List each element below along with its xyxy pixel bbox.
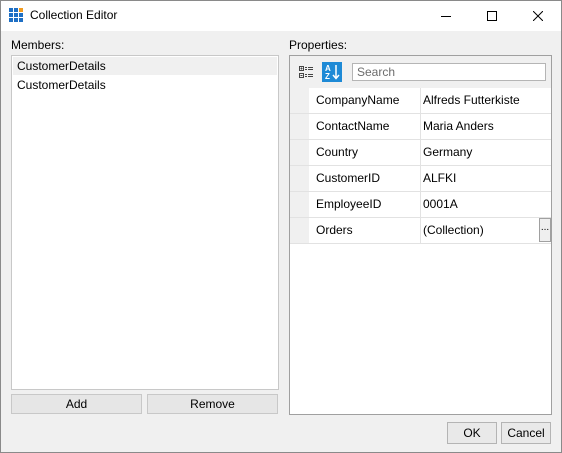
row-gutter (290, 88, 309, 113)
property-grid-rows: CompanyName Alfreds Futterkiste ContactN… (290, 88, 551, 244)
cancel-button[interactable]: Cancel (501, 422, 551, 444)
property-value[interactable]: Maria Anders (422, 114, 552, 139)
property-name: CompanyName (309, 88, 421, 113)
categorized-button[interactable] (296, 62, 316, 82)
close-button[interactable] (515, 1, 561, 31)
row-gutter (290, 218, 309, 243)
property-row[interactable]: Orders (Collection) ... (290, 218, 551, 244)
property-row[interactable]: CustomerID ALFKI (290, 166, 551, 192)
row-gutter (290, 192, 309, 217)
minimize-button[interactable] (423, 1, 469, 31)
collection-editor-window: Collection Editor Members: Properties: C… (0, 0, 562, 453)
add-button[interactable]: Add (11, 394, 142, 414)
property-row[interactable]: ContactName Maria Anders (290, 114, 551, 140)
window-title: Collection Editor (30, 8, 118, 22)
minimize-icon (441, 16, 451, 17)
property-value[interactable]: (Collection) (422, 218, 552, 243)
property-search[interactable] (352, 63, 546, 81)
list-item[interactable]: CustomerDetails (13, 57, 277, 75)
properties-label: Properties: (289, 38, 348, 52)
categorized-view-icon (299, 66, 313, 78)
members-label: Members: (11, 38, 65, 52)
property-row[interactable]: Country Germany (290, 140, 551, 166)
property-value[interactable]: Germany (422, 140, 552, 165)
property-name: Orders (309, 218, 421, 243)
property-grid-toolbar: A Z (290, 56, 551, 88)
property-value[interactable]: ALFKI (422, 166, 552, 191)
property-value[interactable]: Alfreds Futterkiste (422, 88, 552, 113)
alphabetical-button[interactable]: A Z (322, 62, 342, 82)
property-name: Country (309, 140, 421, 165)
property-name: CustomerID (309, 166, 421, 191)
sort-alphabetical-icon: A Z (325, 64, 340, 81)
ok-button[interactable]: OK (447, 422, 497, 444)
title-bar: Collection Editor (1, 1, 561, 31)
list-item[interactable]: CustomerDetails (13, 76, 277, 94)
property-name: EmployeeID (309, 192, 421, 217)
search-input[interactable] (353, 64, 545, 80)
property-name: ContactName (309, 114, 421, 139)
property-row[interactable]: EmployeeID 0001A (290, 192, 551, 218)
grid-app-icon (9, 8, 24, 23)
collection-edit-button[interactable]: ... (539, 218, 551, 242)
close-icon (533, 11, 543, 21)
maximize-button[interactable] (469, 1, 515, 31)
property-row[interactable]: CompanyName Alfreds Futterkiste (290, 88, 551, 114)
members-list[interactable]: CustomerDetails CustomerDetails (11, 55, 279, 390)
row-gutter (290, 140, 309, 165)
row-gutter (290, 166, 309, 191)
remove-button[interactable]: Remove (147, 394, 278, 414)
property-value[interactable]: 0001A (422, 192, 552, 217)
property-grid: A Z CompanyName Alfreds Futterkiste Cont… (289, 55, 552, 415)
row-gutter (290, 114, 309, 139)
maximize-icon (487, 11, 497, 21)
svg-text:Z: Z (325, 72, 330, 81)
